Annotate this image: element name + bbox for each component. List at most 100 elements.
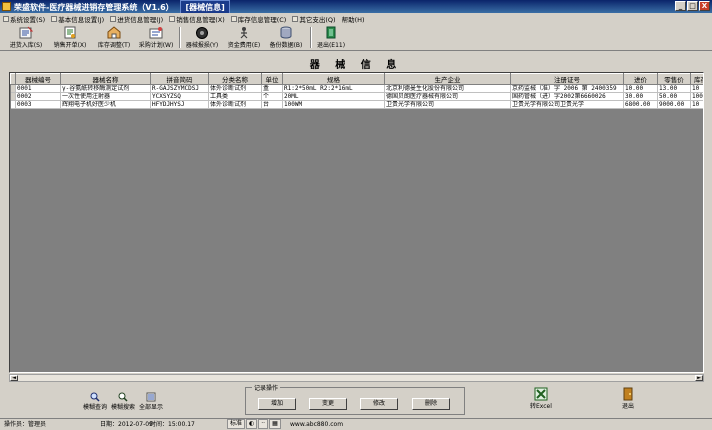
expense-button[interactable]: 资金费用(E) xyxy=(224,25,264,50)
device-table: 器械编号 器械名称 拼音简码 分类名称 单位 规格 生产企业 注册证号 进价 零… xyxy=(10,73,703,109)
menu-purchase[interactable]: 进货信息管理(J) xyxy=(107,13,166,24)
show-all-button[interactable]: 全部显示 xyxy=(139,392,163,411)
column-header[interactable]: 规格 xyxy=(282,73,385,85)
menu-label: 销售信息管理(X) xyxy=(176,15,225,24)
show-all-icon xyxy=(146,392,156,402)
sales-order-icon xyxy=(64,26,76,39)
table-cell: R1:2*50mL R2:2*16mL xyxy=(282,84,385,93)
menu-system[interactable]: 系统设置(S) xyxy=(0,13,48,24)
column-header[interactable]: 生产企业 xyxy=(384,73,511,85)
table-cell: 10.00 xyxy=(623,84,658,93)
table-cell: 盒 xyxy=(261,84,283,93)
exit-icon xyxy=(326,26,336,39)
table-header-row: 器械编号 器械名称 拼音简码 分类名称 单位 规格 生产企业 注册证号 进价 零… xyxy=(10,73,703,85)
table-cell: 体外诊断试剂 xyxy=(208,100,262,109)
maximize-button[interactable]: □ xyxy=(687,1,698,11)
table-cell: 德国贝朗医疗器械有限公司 xyxy=(384,92,511,101)
delete-button[interactable]: 删除 xyxy=(412,398,450,410)
menu-sales[interactable]: 销售信息管理(X) xyxy=(166,13,228,24)
column-header[interactable]: 注册证号 xyxy=(510,73,624,85)
close-button[interactable]: X xyxy=(699,1,710,11)
menu-icon xyxy=(51,15,58,22)
edit-button[interactable]: 修改 xyxy=(360,398,398,410)
fuzzy-search-button[interactable]: 模糊搜索 xyxy=(111,392,135,411)
toolbar-label: 备份数据(B) xyxy=(269,42,303,49)
button-label: 模糊查询 xyxy=(83,404,108,411)
column-header[interactable]: 器械编号 xyxy=(15,73,61,85)
sales-order-button[interactable]: 销售开单(X) xyxy=(50,25,90,50)
menu-basic-info[interactable]: 基本信息设置(J) xyxy=(48,13,107,24)
backup-button[interactable]: 备份数据(B) xyxy=(266,25,306,50)
table-cell: 9000.00 xyxy=(657,100,691,109)
table-cell: 0003 xyxy=(15,100,61,109)
toolbar-separator xyxy=(310,27,312,48)
column-header[interactable]: 零售价 xyxy=(657,73,691,85)
scroll-right-icon[interactable]: ► xyxy=(695,375,703,381)
stock-in-button[interactable]: 进货入库(S) xyxy=(6,25,46,50)
device-info-grid[interactable]: 器械编号 器械名称 拼音简码 分类名称 单位 规格 生产企业 注册证号 进价 零… xyxy=(9,72,704,373)
table-row[interactable]: 0001 γ-谷氨酰转移酶测定试剂 R-GAJSZYMCDSJ 体外诊断试剂 盒… xyxy=(10,84,703,93)
button-label: 退出 xyxy=(621,403,634,410)
table-cell: 10 xyxy=(690,84,703,93)
table-row[interactable]: 0002 一次性使用注射器 YCXSYZSQ 工具类 个 20ML 德国贝朗医疗… xyxy=(10,92,703,101)
ime-punct-icon[interactable]: ·· xyxy=(258,419,269,429)
export-excel-button[interactable]: 转Excel xyxy=(530,387,552,410)
menu-bar: 系统设置(S) 基本信息设置(J) 进货信息管理(J) 销售信息管理(X) 库存… xyxy=(0,13,712,24)
ime-keyboard-icon[interactable]: ▦ xyxy=(269,419,281,429)
table-cell: 京药监械（准）字 2006 第 2400359 xyxy=(510,84,624,93)
toolbar-label: 器械报损(Y) xyxy=(185,42,219,49)
column-header[interactable]: 单位 xyxy=(261,73,283,85)
stock-in-icon xyxy=(19,26,33,39)
change-button[interactable]: 变更 xyxy=(309,398,347,410)
table-cell: 0002 xyxy=(15,92,61,101)
window-titlebar: 荣盛软件-医疗器械进销存管理系统（V1.6） [器械信息] _ □ X xyxy=(0,0,712,13)
menu-other-expense[interactable]: 其它支出(Q) xyxy=(289,13,338,24)
loss-report-button[interactable]: 器械报损(Y) xyxy=(182,25,222,50)
fuzzy-query-button[interactable]: 模糊查询 xyxy=(83,392,107,411)
menu-label: 系统设置(S) xyxy=(10,15,46,24)
window-subtitle: [器械信息] xyxy=(180,0,230,13)
toolbar-label: 资金费用(E) xyxy=(227,42,261,49)
add-button[interactable]: 增加 xyxy=(258,398,296,410)
menu-inventory[interactable]: 库存信息管理(C) xyxy=(228,13,290,24)
ime-mode[interactable]: 标准 xyxy=(227,419,246,429)
inventory-adjust-button[interactable]: 库存调整(T) xyxy=(94,25,134,50)
expense-icon xyxy=(240,27,248,39)
table-cell: 卫贵光学有限公司卫贵光学 xyxy=(510,100,624,109)
scroll-left-icon[interactable]: ◄ xyxy=(10,375,18,381)
app-icon xyxy=(2,2,11,11)
table-cell: 1000 xyxy=(690,92,703,101)
table-cell: 辉翔电子机好医少机 xyxy=(60,100,151,109)
column-header[interactable]: 拼音简码 xyxy=(150,73,209,85)
inventory-adjust-icon xyxy=(107,26,121,39)
exit-button[interactable]: 退出(E11) xyxy=(313,25,349,50)
column-header[interactable]: 进价 xyxy=(623,73,658,85)
menu-help[interactable]: 帮助(H) xyxy=(339,13,368,24)
ime-moon-icon[interactable]: ◐ xyxy=(246,419,258,429)
table-cell: 13.00 xyxy=(657,84,691,93)
table-row[interactable]: 0003 辉翔电子机好医少机 HFYDJHYSJ 体外诊断试剂 台 100WM … xyxy=(10,100,703,109)
toolbar-separator xyxy=(179,27,181,48)
purchase-plan-button[interactable]: 采购计划(W) xyxy=(136,25,176,50)
status-operator: 操作员：管理员 xyxy=(4,421,47,428)
column-header[interactable]: 库存 xyxy=(690,73,703,85)
table-cell: 6800.00 xyxy=(623,100,658,109)
menu-label: 其它支出(Q) xyxy=(299,15,336,24)
minimize-button[interactable]: _ xyxy=(675,1,686,11)
table-cell: 国药管械（进）字2002第6660026 xyxy=(510,92,624,101)
door-icon xyxy=(623,387,633,401)
toolbar-label: 退出(E11) xyxy=(316,42,346,49)
column-header[interactable]: 分类名称 xyxy=(208,73,262,85)
magnifier-icon xyxy=(118,392,128,402)
status-time: 时间：15:00.17 xyxy=(150,421,195,428)
toolbar-label: 销售开单(X) xyxy=(53,42,87,49)
backup-icon xyxy=(280,26,292,39)
page-title: 器 械 信 息 xyxy=(309,60,403,71)
menu-icon xyxy=(3,15,9,22)
horizontal-scrollbar[interactable]: ◄ ► xyxy=(9,374,704,382)
status-date: 日期：2012-07-09 xyxy=(100,421,153,428)
purchase-plan-icon xyxy=(149,27,163,39)
column-header[interactable]: 器械名称 xyxy=(60,73,151,85)
exit-form-button[interactable]: 退出 xyxy=(621,387,635,410)
ime-bar: 标准 ◐ ·· ▦ xyxy=(227,418,281,430)
